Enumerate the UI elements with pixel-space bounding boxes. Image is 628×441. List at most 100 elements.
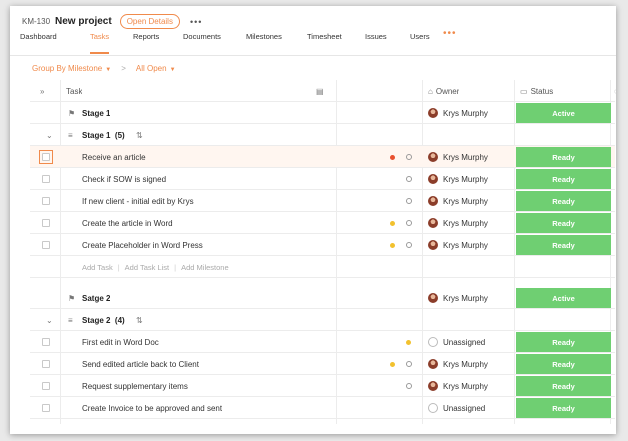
sort-icon[interactable]: ⇅	[136, 309, 143, 331]
owner-cell[interactable]: Krys Murphy	[428, 146, 488, 168]
task-name[interactable]: First edit in Word Doc	[82, 331, 159, 353]
task-checkbox[interactable]	[42, 375, 50, 397]
chevron-down-icon[interactable]: ⌄	[46, 309, 53, 331]
table-row[interactable]: Receive an article Krys Murphy Ready	[30, 146, 615, 168]
owner-cell[interactable]: Krys Murphy	[428, 234, 488, 256]
task-checkbox[interactable]	[42, 331, 50, 353]
avatar	[428, 196, 438, 206]
column-header-owner[interactable]: ⌂ Owner	[428, 80, 459, 102]
milestone-name: Stage 1	[82, 108, 111, 118]
tab-tasks[interactable]: Tasks	[90, 30, 110, 56]
status-badge[interactable]: Ready	[516, 147, 611, 167]
task-checkbox[interactable]	[42, 212, 50, 234]
task-name[interactable]: Receive an article	[82, 146, 146, 168]
owner-cell[interactable]: Krys Murphy	[428, 168, 488, 190]
owner-cell[interactable]: Krys Murphy	[428, 102, 488, 124]
scope-dropdown[interactable]: All Open ▼	[136, 64, 176, 73]
status-badge[interactable]: Ready	[516, 191, 611, 211]
clock-icon[interactable]	[406, 375, 412, 397]
table-row[interactable]: Send edited article back to Client Krys …	[30, 353, 615, 375]
tab-documents[interactable]: Documents	[183, 30, 221, 56]
group-by-dropdown[interactable]: Group By Milestone ▼	[32, 64, 111, 73]
owner-name: Krys Murphy	[443, 196, 488, 206]
task-name[interactable]: Send edited article back to Client	[82, 353, 199, 375]
clock-icon[interactable]	[406, 190, 412, 212]
task-checkbox[interactable]	[39, 146, 53, 168]
status-badge[interactable]: Ready	[516, 235, 611, 255]
column-header-task[interactable]: Task	[66, 80, 82, 102]
task-checkbox[interactable]	[42, 190, 50, 212]
avatar	[428, 381, 438, 391]
owner-cell[interactable]: Unassigned	[428, 331, 485, 353]
milestone-row[interactable]: ⚑ Stage 1 Krys Murphy Active	[30, 102, 615, 124]
task-checkbox[interactable]	[42, 353, 50, 375]
column-settings-icon[interactable]: ▤	[316, 80, 324, 102]
owner-cell[interactable]: Krys Murphy	[428, 353, 488, 375]
task-name[interactable]: Create Placeholder in Word Press	[82, 234, 203, 256]
status-badge[interactable]: Ready	[516, 398, 611, 418]
task-list-name: Stage 2 (4)	[82, 309, 125, 331]
status-badge[interactable]: Active	[516, 288, 611, 308]
add-column-icon[interactable]: ◌	[614, 80, 616, 102]
clock-icon[interactable]	[406, 146, 412, 168]
status-badge[interactable]: Active	[516, 103, 611, 123]
task-name[interactable]: Check if SOW is signed	[82, 168, 166, 190]
tab-milestones[interactable]: Milestones	[246, 30, 282, 56]
task-count: (4)	[114, 315, 125, 325]
chevron-down-icon: ▼	[169, 67, 176, 73]
collapse-all-icon[interactable]: »	[40, 80, 44, 102]
clock-icon[interactable]	[406, 212, 412, 234]
status-badge[interactable]: Ready	[516, 332, 611, 352]
clock-icon	[406, 361, 412, 367]
status-badge[interactable]: Ready	[516, 213, 611, 233]
owner-cell[interactable]: Krys Murphy	[428, 190, 488, 212]
table-row[interactable]: Create the article in Word Krys Murphy R…	[30, 212, 615, 234]
table-row[interactable]: Create Placeholder in Word Press Krys Mu…	[30, 234, 615, 256]
project-key: KM-130	[22, 17, 51, 26]
add-milestone-link[interactable]: Add Milestone	[181, 263, 229, 272]
owner-cell[interactable]: Krys Murphy	[428, 375, 488, 397]
clock-icon[interactable]	[406, 234, 412, 256]
owner-name: Krys Murphy	[443, 240, 488, 250]
status-badge[interactable]: Ready	[516, 354, 611, 374]
table-row[interactable]: Check if SOW is signed Krys Murphy Ready	[30, 168, 615, 190]
tabs-more-icon[interactable]: •••	[443, 29, 457, 39]
add-task-link[interactable]: Add Task	[82, 263, 113, 272]
project-more-icon[interactable]: •••	[190, 17, 202, 27]
table-row[interactable]: First edit in Word Doc Unassigned Ready	[30, 331, 615, 353]
chevron-down-icon[interactable]: ⌄	[46, 124, 53, 146]
status-badge[interactable]: Ready	[516, 169, 611, 189]
add-row: Add Task | Add Task List | Add Milestone	[30, 256, 615, 278]
column-header-status[interactable]: ▭ Status	[520, 80, 553, 102]
owner-cell[interactable]: Krys Murphy	[428, 287, 488, 309]
tab-issues[interactable]: Issues	[365, 30, 387, 56]
table-row[interactable]: Create Invoice to be approved and sent U…	[30, 397, 615, 419]
task-checkbox[interactable]	[42, 397, 50, 419]
open-details-button[interactable]: Open Details	[119, 14, 180, 29]
clock-icon[interactable]	[406, 168, 412, 190]
clock-icon[interactable]	[406, 353, 412, 375]
task-list-row[interactable]: ⌄ ≡ Stage 2 (4) ⇅	[30, 309, 615, 331]
sort-icon[interactable]: ⇅	[136, 124, 143, 146]
priority-dot	[390, 212, 395, 234]
task-checkbox[interactable]	[42, 234, 50, 256]
task-checkbox[interactable]	[42, 168, 50, 190]
owner-name: Krys Murphy	[443, 293, 488, 303]
task-name[interactable]: Request supplementary items	[82, 375, 188, 397]
owner-cell[interactable]: Unassigned	[428, 397, 485, 419]
tab-dashboard[interactable]: Dashboard	[20, 30, 57, 56]
table-row[interactable]: Request supplementary items Krys Murphy …	[30, 375, 615, 397]
status-badge[interactable]: Ready	[516, 376, 611, 396]
tab-users[interactable]: Users	[410, 30, 430, 56]
task-list-row[interactable]: ⌄ ≡ Stage 1 (5) ⇅	[30, 124, 615, 146]
priority-dot	[406, 331, 411, 353]
add-task-list-link[interactable]: Add Task List	[125, 263, 169, 272]
table-row[interactable]: If new client - initial edit by Krys Kry…	[30, 190, 615, 212]
tab-reports[interactable]: Reports	[133, 30, 159, 56]
task-name[interactable]: If new client - initial edit by Krys	[82, 190, 194, 212]
owner-cell[interactable]: Krys Murphy	[428, 212, 488, 234]
tab-timesheet[interactable]: Timesheet	[307, 30, 342, 56]
task-name[interactable]: Create the article in Word	[82, 212, 173, 234]
milestone-row[interactable]: ⚑ Satge 2 Krys Murphy Active	[30, 287, 615, 309]
task-name[interactable]: Create Invoice to be approved and sent	[82, 397, 222, 419]
